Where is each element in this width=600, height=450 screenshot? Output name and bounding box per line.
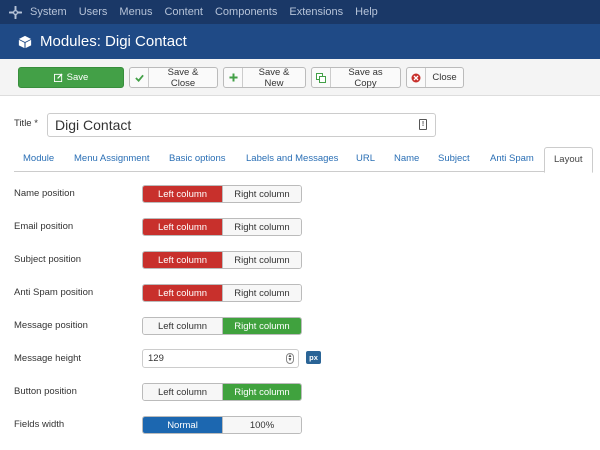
email-position-toggle: Left column Right column [142, 218, 302, 236]
tab-name[interactable]: Name [394, 147, 419, 172]
fields-width-normal-option[interactable]: Normal [143, 417, 222, 433]
toolbar: Save Save & Close Save & New Save as Cop… [0, 59, 600, 96]
menu-users[interactable]: Users [79, 6, 108, 18]
close-button[interactable]: Close [406, 67, 464, 88]
subject-position-right-option[interactable]: Right column [222, 252, 301, 268]
tab-bar: Module Menu Assignment Basic options Lab… [14, 147, 593, 173]
tab-basic-options[interactable]: Basic options [169, 147, 226, 172]
copy-icon [312, 68, 331, 87]
check-icon [130, 68, 149, 87]
save-close-button[interactable]: Save & Close [129, 67, 218, 89]
fields-width-toggle: Normal 100% [142, 416, 302, 434]
subject-position-left-option[interactable]: Left column [143, 252, 222, 268]
save-button[interactable]: Save [18, 67, 124, 88]
title-input[interactable] [47, 113, 436, 137]
menu-content[interactable]: Content [164, 6, 203, 18]
antispam-position-toggle: Left column Right column [142, 284, 302, 302]
button-position-toggle: Left column Right column [142, 383, 302, 401]
close-icon [407, 68, 426, 87]
fields-width-label: Fields width [14, 419, 65, 430]
top-navigation: System Users Menus Content Components Ex… [0, 0, 600, 24]
save-new-button[interactable]: Save & New [223, 67, 306, 89]
subject-position-label: Subject position [14, 254, 82, 265]
tab-labels-and-messages[interactable]: Labels and Messages [246, 147, 338, 172]
email-position-left-option[interactable]: Left column [143, 219, 222, 235]
button-position-left-option[interactable]: Left column [143, 384, 222, 400]
menu-help[interactable]: Help [355, 6, 378, 18]
save-as-copy-button[interactable]: Save as Copy [311, 67, 401, 89]
message-position-toggle: Left column Right column [142, 317, 302, 335]
name-position-right-option[interactable]: Right column [222, 186, 301, 202]
message-height-label: Message height [14, 353, 82, 364]
page-title: Modules: Digi Contact [40, 33, 187, 50]
page-header: Modules: Digi Contact [0, 24, 600, 59]
message-position-label: Message position [14, 320, 88, 331]
menu-system[interactable]: System [30, 6, 67, 18]
antispam-position-left-option[interactable]: Left column [143, 285, 222, 301]
name-position-left-option[interactable]: Left column [143, 186, 222, 202]
message-height-input[interactable] [142, 349, 299, 368]
plus-icon [224, 68, 243, 87]
antispam-position-right-option[interactable]: Right column [222, 285, 301, 301]
antispam-position-label: Anti Spam position [14, 287, 94, 298]
title-label: Title * [14, 118, 38, 129]
cube-icon [18, 35, 32, 48]
menu-menus[interactable]: Menus [119, 6, 152, 18]
px-unit-badge: px [306, 351, 321, 364]
tab-anti-spam[interactable]: Anti Spam [490, 147, 534, 172]
menu-components[interactable]: Components [215, 6, 277, 18]
clipboard-icon: ! [419, 119, 427, 130]
button-position-label: Button position [14, 386, 77, 397]
button-position-right-option[interactable]: Right column [222, 384, 301, 400]
joomla-logo-icon[interactable] [0, 0, 30, 24]
tab-module[interactable]: Module [23, 147, 54, 172]
message-position-left-option[interactable]: Left column [143, 318, 222, 334]
spinner-icon[interactable]: ▲ ▼ [286, 353, 294, 364]
name-position-label: Name position [14, 188, 75, 199]
tab-subject[interactable]: Subject [438, 147, 470, 172]
email-position-right-option[interactable]: Right column [222, 219, 301, 235]
tab-menu-assignment[interactable]: Menu Assignment [74, 147, 150, 172]
subject-position-toggle: Left column Right column [142, 251, 302, 269]
tab-url[interactable]: URL [356, 147, 375, 172]
email-position-label: Email position [14, 221, 74, 232]
message-position-right-option[interactable]: Right column [222, 318, 301, 334]
menu-extensions[interactable]: Extensions [289, 6, 343, 18]
title-row: Title * ! [14, 113, 436, 137]
fields-width-100-option[interactable]: 100% [222, 417, 301, 433]
name-position-toggle: Left column Right column [142, 185, 302, 203]
tab-layout[interactable]: Layout [544, 147, 593, 173]
edit-icon [53, 68, 63, 87]
